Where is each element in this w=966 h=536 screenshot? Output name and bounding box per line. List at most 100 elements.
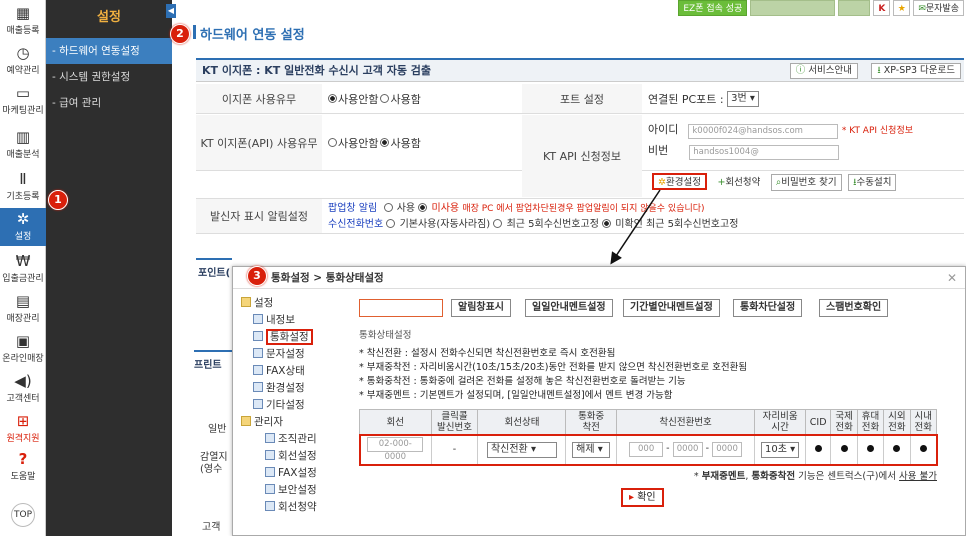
- iconbar-item[interactable]: ⊞ 원격지원: [0, 410, 46, 446]
- iconbar-item[interactable]: ₩ 입출금관리: [0, 250, 46, 286]
- tab-blank[interactable]: [359, 299, 443, 317]
- busy-select[interactable]: 해제 ▾: [572, 441, 611, 458]
- tree-item[interactable]: 회선설정: [241, 448, 353, 465]
- port-value: 3번: [731, 92, 747, 104]
- intl-cell: [830, 434, 858, 465]
- iconbar-item[interactable]: ✲ 설정: [0, 208, 46, 246]
- tree-item[interactable]: 관리자: [241, 414, 353, 431]
- manual-install-button[interactable]: ⭳수동설치: [848, 174, 897, 191]
- forward-cell: 000 - 0000 - 0000: [615, 434, 756, 465]
- row-api-use: KT 이지폰(API) 사용유무 사용안함 사용함 KT API 신청정보 아이…: [196, 115, 964, 197]
- sidebar-item-label: 시스템 권한설정: [59, 71, 131, 83]
- forward-part3[interactable]: 0000: [712, 442, 743, 457]
- id-note: * KT API 신청정보: [841, 126, 914, 136]
- pw-input[interactable]: handsos1004@: [689, 145, 840, 160]
- radio-recv-unconfirmed5[interactable]: [602, 219, 612, 228]
- iconbar-item[interactable]: ◷ 예약관리: [0, 42, 46, 78]
- tree-label: 내정보: [266, 314, 295, 326]
- line-apply-button[interactable]: +회선청약: [713, 175, 765, 192]
- iconbar-item[interactable]: ◀) 고객센터: [0, 370, 46, 406]
- page-icon: [265, 467, 275, 477]
- status-select[interactable]: 착신전환 ▾: [486, 441, 557, 458]
- radio-recv-default[interactable]: [386, 219, 396, 228]
- tab-spam-check[interactable]: 스팸번호확인: [819, 299, 889, 317]
- env-settings-button[interactable]: ✲환경설정: [652, 173, 707, 190]
- xp-download-label: XP-SP3 다운로드: [883, 65, 955, 76]
- tree-item[interactable]: 설정: [241, 295, 353, 312]
- sms-send-button[interactable]: ✉문자발송: [913, 0, 964, 16]
- customer-label: 고객: [202, 522, 221, 533]
- cid-cell: [804, 434, 832, 465]
- radio-label: 미사용: [431, 203, 460, 214]
- radio-api-on[interactable]: [380, 138, 390, 147]
- caller-display-label: 발신자 표시 알림설정: [196, 199, 322, 233]
- tree-item[interactable]: 내정보: [241, 312, 353, 329]
- iconbar-item[interactable]: ? 도움말: [0, 448, 46, 484]
- iconbar-label: 마케팅관리: [2, 106, 44, 116]
- tab-alert-window[interactable]: 알림창표시: [451, 299, 511, 317]
- password-find-button[interactable]: ⌕비밀번호 찾기: [770, 174, 842, 191]
- tree-item[interactable]: FAX설정: [241, 465, 353, 482]
- foot-underline: 사용 불가: [899, 471, 937, 482]
- tree-item[interactable]: 조직관리: [241, 431, 353, 448]
- row-ezphone-use: 이지폰 사용유무 사용안함 사용함 포트 설정 연결된 PC포트 : 3번 ▾: [196, 84, 964, 114]
- id-input[interactable]: k0000f024@handsos.com: [688, 124, 839, 139]
- iconbar-label: 예약관리: [6, 66, 40, 76]
- general-label: 일반: [208, 424, 227, 435]
- thermal-label: 감열지 (영수: [200, 452, 228, 475]
- star-icon[interactable]: ★: [893, 0, 911, 16]
- help-icon: ?: [18, 450, 28, 468]
- sidebar-item-payroll[interactable]: - 급여 관리: [46, 90, 172, 116]
- xp-download-button[interactable]: ⭳ XP-SP3 다운로드: [871, 63, 961, 79]
- table-header-cell: 시내 전화: [909, 409, 938, 435]
- sidebar-item-system-permission[interactable]: - 시스템 권한설정: [46, 64, 172, 90]
- sidebar-item-hardware[interactable]: - 하드웨어 연동설정: [46, 38, 172, 64]
- tree-item[interactable]: 문자설정: [241, 346, 353, 363]
- sidebar-item-label: 급여 관리: [59, 97, 102, 109]
- radio-ezphone-off[interactable]: [328, 94, 337, 103]
- forward-part1[interactable]: 000: [629, 442, 664, 457]
- tab-period-ment[interactable]: 기간별안내멘트설정: [623, 299, 720, 317]
- iconbar-item[interactable]: ▣ 온라인매장: [0, 330, 46, 366]
- radio-popup-on[interactable]: [383, 203, 393, 212]
- tree-item[interactable]: 기타설정: [241, 397, 353, 414]
- iconbar-label: 기초등록: [6, 192, 40, 202]
- radio-recv-recent5[interactable]: [493, 219, 503, 228]
- iconbar-item[interactable]: ▭ 마케팅관리: [0, 82, 46, 118]
- service-guide-button[interactable]: ⓘ 서비스안내: [789, 63, 858, 79]
- confirm-button[interactable]: ▸ 확인: [621, 488, 664, 507]
- radio-api-off[interactable]: [328, 138, 337, 147]
- dialog-close-icon[interactable]: ✕: [947, 267, 957, 289]
- radio-ezphone-on[interactable]: [380, 94, 390, 103]
- mail-icon: ✉: [918, 4, 926, 14]
- dialog-tabs: 알림창표시 일일안내멘트설정 기간별안내멘트설정 통화차단설정 스팸번호확인: [359, 295, 957, 317]
- iconbar-item[interactable]: ▦ 매출등록: [0, 2, 46, 38]
- forward-part2[interactable]: 0000: [672, 442, 703, 457]
- iconbar-item[interactable]: TOP: [0, 500, 46, 536]
- iconbar-label: 매출등록: [6, 26, 40, 36]
- tab-call-block[interactable]: 통화차단설정: [733, 299, 803, 317]
- iconbar-label: 온라인매장: [2, 354, 44, 364]
- ezphone-use-radios: 사용안함 사용함: [328, 84, 518, 113]
- password-find-label: 비밀번호 찾기: [781, 177, 837, 188]
- tree-item[interactable]: 보안설정: [241, 482, 353, 499]
- tree-item[interactable]: 회선청약: [241, 499, 353, 516]
- close-x-icon[interactable]: K: [873, 0, 891, 16]
- page-icon: [253, 314, 263, 324]
- port-select[interactable]: 3번 ▾: [727, 90, 759, 107]
- speaker-icon: ◀): [14, 372, 32, 390]
- sms-send-label: 문자발송: [925, 4, 959, 14]
- away-select[interactable]: 10초 ▾: [761, 441, 800, 458]
- iconbar-item[interactable]: ▥ 매출분석: [0, 126, 46, 162]
- tree-item[interactable]: 통화설정: [241, 329, 353, 346]
- radio-label: 사용: [396, 203, 416, 214]
- iconbar-item[interactable]: ▤ 매장관리: [0, 290, 46, 326]
- iconbar-item[interactable]: Ⅱ 기초등록: [0, 168, 46, 204]
- sidebar-collapse-icon[interactable]: ◀: [166, 4, 176, 18]
- tree-item[interactable]: FAX상태: [241, 363, 353, 380]
- foot-bold1: 부재중멘트: [701, 471, 746, 482]
- radio-popup-off[interactable]: [418, 203, 428, 212]
- tab-daily-ment[interactable]: 일일안내멘트설정: [525, 299, 613, 317]
- tree-item[interactable]: 환경설정: [241, 380, 353, 397]
- iconbar-label: 설정: [14, 232, 32, 242]
